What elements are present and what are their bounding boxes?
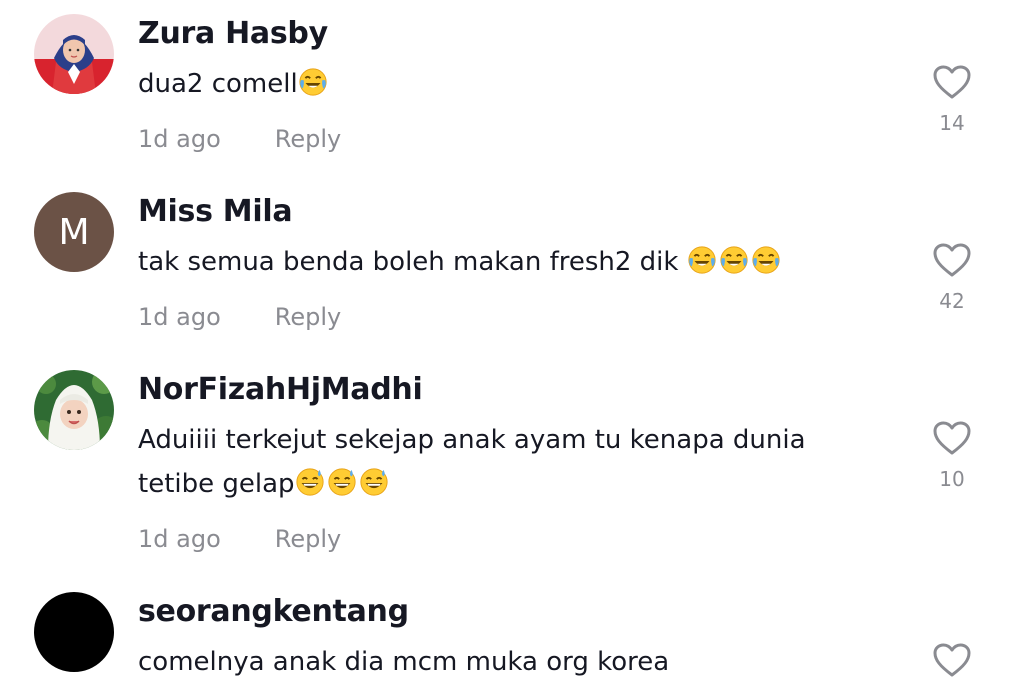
comment-username[interactable]: Miss Mila <box>138 192 293 232</box>
comment-text-content: dua2 comell <box>138 69 298 99</box>
sweat-smile-emoji-icon <box>327 468 356 496</box>
comment-text: comelnya anak dia mcm muka org korea <box>138 640 898 684</box>
sweat-smile-emoji-icon <box>295 468 324 496</box>
avatar[interactable]: M <box>34 192 114 272</box>
comment-meta: 1d ago Reply <box>138 522 341 556</box>
reply-button[interactable]: Reply <box>275 303 341 331</box>
reply-button[interactable]: Reply <box>275 525 341 553</box>
comment-item: NorFizahHjMadhi Aduiiii terkejut sekejap… <box>0 370 1026 570</box>
comment-text: dua2 comell <box>138 62 898 106</box>
comment-text: tak semua benda boleh makan fresh2 dik <box>138 240 898 284</box>
avatar[interactable] <box>34 14 114 94</box>
comment-text-line: Aduiiii terkejut sekejap anak ayam tu ke… <box>138 425 806 455</box>
heart-icon <box>933 65 971 99</box>
like-count: 42 <box>939 289 965 313</box>
sweat-smile-emoji-icon <box>359 468 388 496</box>
comment-text-content: tak semua benda boleh makan fresh2 dik <box>138 247 687 277</box>
heart-icon <box>933 643 971 677</box>
comment-username[interactable]: seorangkentang <box>138 592 409 632</box>
like-count: 10 <box>939 467 965 491</box>
comment-meta: 1d ago Reply <box>138 122 341 156</box>
comment-username[interactable]: Zura Hasby <box>138 14 328 54</box>
reply-button[interactable]: Reply <box>275 125 341 153</box>
heart-icon <box>933 421 971 455</box>
comment-time: 1d ago <box>138 303 221 331</box>
comment-username[interactable]: NorFizahHjMadhi <box>138 370 423 410</box>
comment-list: Zura Hasby dua2 comell 1d ago Reply 14 M … <box>0 0 1026 686</box>
joy-emoji-icon <box>688 246 716 274</box>
comment-item: M Miss Mila tak semua benda boleh makan … <box>0 192 1026 342</box>
heart-icon <box>933 243 971 277</box>
comment-time: 1d ago <box>138 525 221 553</box>
joy-emoji-icon <box>752 246 780 274</box>
comment-item: seorangkentang comelnya anak dia mcm muk… <box>0 592 1026 686</box>
avatar-initial: M <box>34 192 114 272</box>
like-button[interactable]: 14 <box>930 64 974 136</box>
like-count: 14 <box>939 111 965 135</box>
avatar[interactable] <box>34 592 114 672</box>
joy-emoji-icon <box>299 68 327 96</box>
like-button[interactable]: 10 <box>930 420 974 492</box>
avatar-photo <box>34 370 114 450</box>
comment-text-content: comelnya anak dia mcm muka org korea <box>138 647 670 677</box>
comment-meta: 1d ago Reply <box>138 300 341 334</box>
avatar[interactable] <box>34 370 114 450</box>
like-button[interactable] <box>930 642 974 678</box>
avatar-photo <box>34 14 114 94</box>
comment-text-line-2: tetibe gelap <box>138 462 898 506</box>
comment-text: Aduiiii terkejut sekejap anak ayam tu ke… <box>138 418 898 506</box>
comment-item: Zura Hasby dua2 comell 1d ago Reply 14 <box>0 14 1026 164</box>
comment-time: 1d ago <box>138 125 221 153</box>
joy-emoji-icon <box>720 246 748 274</box>
like-button[interactable]: 42 <box>930 242 974 314</box>
comment-text-content: tetibe gelap <box>138 469 295 499</box>
